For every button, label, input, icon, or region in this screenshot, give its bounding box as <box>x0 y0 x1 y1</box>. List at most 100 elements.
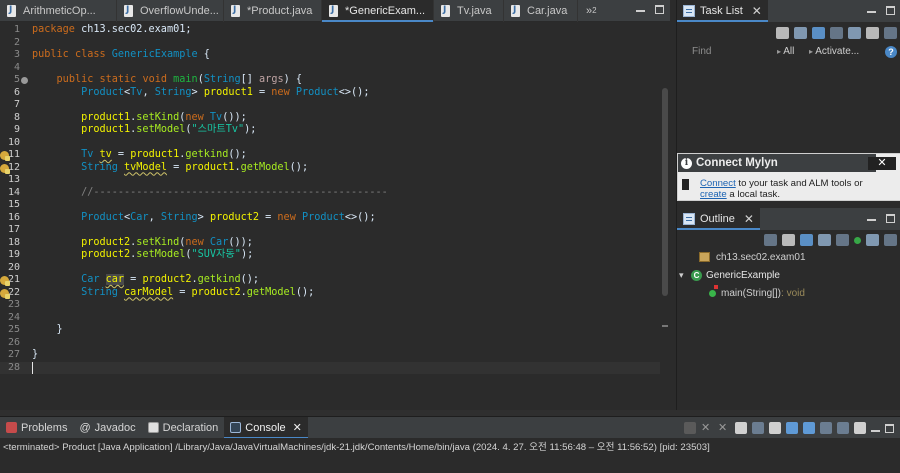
tab-declaration[interactable]: Declaration <box>142 417 225 439</box>
code-line[interactable]: 11 Tv tv = product1.getkind(); <box>0 149 660 162</box>
remove-all-icon[interactable]: ✕ <box>718 422 730 434</box>
close-icon[interactable]: ✕ <box>293 421 302 434</box>
code-line[interactable]: 4 <box>0 62 660 75</box>
code-line[interactable]: 25 } <box>0 324 660 337</box>
sync-icon[interactable] <box>794 27 807 39</box>
hide-nonpublic-icon[interactable] <box>818 234 831 246</box>
categorized-icon[interactable] <box>812 27 825 39</box>
minimize-icon[interactable] <box>636 10 645 12</box>
code-line[interactable]: 20 <box>0 262 660 275</box>
scheduled-icon[interactable] <box>830 27 843 39</box>
tab-problems[interactable]: Problems <box>0 417 73 439</box>
outline-class-row[interactable]: ▾ C GenericExample <box>677 266 900 284</box>
code-line[interactable]: 26 <box>0 337 660 350</box>
tab-tv[interactable]: Tv.java <box>434 0 504 22</box>
warning-icon[interactable] <box>0 288 10 299</box>
tab-task-list[interactable]: Task List ✕ <box>677 0 768 22</box>
hide-static-icon[interactable] <box>782 234 795 246</box>
code-line[interactable]: 22 String carModel = product2.getModel()… <box>0 287 660 300</box>
minimize-icon[interactable] <box>867 11 876 13</box>
hide-fields-icon[interactable] <box>764 234 777 246</box>
code-line[interactable]: 6 Product<Tv, String> product1 = new Pro… <box>0 87 660 100</box>
chevron-down-icon[interactable]: ▾ <box>679 270 691 281</box>
close-icon[interactable]: ✕ <box>752 4 762 18</box>
pin-console-icon[interactable] <box>820 422 832 434</box>
code-line[interactable]: 18 product2.setKind(new Car()); <box>0 237 660 250</box>
code-line[interactable]: 15 <box>0 199 660 212</box>
tab-javadoc[interactable]: @ Javadoc <box>73 417 141 439</box>
collapse-all-icon[interactable] <box>866 27 879 39</box>
maximize-icon[interactable] <box>886 214 895 223</box>
code-line[interactable]: 19 product2.setModel("SUV자동"); <box>0 249 660 262</box>
code-line[interactable]: 17 <box>0 224 660 237</box>
code-line[interactable]: 14 //-----------------------------------… <box>0 187 660 200</box>
link-editor-icon[interactable] <box>866 234 879 246</box>
focus-icon[interactable] <box>848 27 861 39</box>
tab-overflow[interactable]: OverflowUnde... <box>117 0 224 22</box>
code-line[interactable]: 24 <box>0 312 660 325</box>
java-file-icon <box>510 4 522 18</box>
hide-local-types-icon[interactable] <box>836 234 849 246</box>
terminate-icon[interactable] <box>684 422 696 434</box>
tab-generic-example[interactable]: *GenericExam... ✕ <box>322 0 434 22</box>
find-input[interactable]: Find <box>692 46 711 57</box>
display-console-icon[interactable] <box>837 422 849 434</box>
maximize-icon[interactable] <box>886 6 895 15</box>
code-line[interactable]: 27} <box>0 349 660 362</box>
show-on-stderr-icon[interactable] <box>803 422 815 434</box>
line-number: 20 <box>7 261 20 273</box>
code-line[interactable]: 7 <box>0 99 660 112</box>
scroll-lock-icon[interactable] <box>752 422 764 434</box>
code-line[interactable]: 10 <box>0 137 660 150</box>
code-line[interactable]: 5 public static void main(String[] args)… <box>0 74 660 87</box>
code-line[interactable]: 16 Product<Car, String> product2 = new P… <box>0 212 660 225</box>
outline-method-row[interactable]: main(String[]) : void <box>677 284 900 302</box>
view-menu-icon[interactable] <box>884 27 897 39</box>
warning-icon[interactable] <box>0 163 10 174</box>
code-line[interactable]: 21 Car car = product2.getkind(); <box>0 274 660 287</box>
new-task-icon[interactable] <box>776 27 789 39</box>
all-filter[interactable]: All <box>777 46 794 57</box>
mylyn-close-button[interactable]: ✕ <box>868 157 896 170</box>
outline-package-row[interactable]: ch13.sec02.exam01 <box>677 248 900 266</box>
code-line[interactable]: 9 product1.setModel("스마트Tv"); <box>0 124 660 137</box>
public-member-icon[interactable] <box>854 236 861 244</box>
minimize-icon[interactable] <box>871 430 880 432</box>
sort-icon[interactable] <box>800 234 813 246</box>
create-link[interactable]: create <box>700 189 727 200</box>
remove-launch-icon[interactable]: ✕ <box>701 422 713 434</box>
tab-car[interactable]: Car.java <box>504 0 578 22</box>
code-line[interactable]: 2 <box>0 37 660 50</box>
warning-icon[interactable] <box>0 151 10 161</box>
word-wrap-icon[interactable] <box>769 422 781 434</box>
code-line[interactable]: 8 product1.setKind(new Tv()); <box>0 112 660 125</box>
connect-link[interactable]: Connect <box>700 178 736 189</box>
code-line[interactable]: 28 <box>0 361 660 374</box>
tab-console[interactable]: Console ✕ <box>224 416 308 439</box>
show-on-stdout-icon[interactable] <box>786 422 798 434</box>
editor-scrollbar[interactable] <box>662 88 668 296</box>
warning-icon[interactable] <box>0 276 10 286</box>
view-menu-icon[interactable] <box>884 234 897 246</box>
code-editor[interactable]: 1 package ch13.sec02.exam01; 2 3 public clas… <box>0 22 670 410</box>
code-line[interactable]: 12 String tvModel = product1.getModel(); <box>0 162 660 175</box>
tab-overflow-menu[interactable]: » 2 <box>578 0 597 21</box>
code-line[interactable]: 13 <box>0 174 660 187</box>
maximize-icon[interactable] <box>655 5 664 14</box>
code-line[interactable]: 3 public class GenericExample { <box>0 49 660 62</box>
fold-toggle-icon[interactable] <box>21 77 28 84</box>
console-output[interactable]: <terminated> Product [Java Application] … <box>0 438 900 473</box>
maximize-icon[interactable] <box>885 424 894 433</box>
line-number: 23 <box>7 299 20 310</box>
help-icon[interactable]: ? <box>885 46 897 58</box>
activate-filter[interactable]: Activate... <box>809 46 859 57</box>
tab-outline[interactable]: Outline ✕ <box>677 208 760 230</box>
open-console-icon[interactable] <box>854 422 866 434</box>
code-line[interactable]: 1 package ch13.sec02.exam01; <box>0 24 660 37</box>
code-line[interactable]: 23 <box>0 299 660 312</box>
minimize-icon[interactable] <box>867 219 876 221</box>
tab-product[interactable]: *Product.java <box>224 0 322 22</box>
tab-arithmetic[interactable]: ArithmeticOp... <box>0 0 117 22</box>
close-icon[interactable]: ✕ <box>744 212 754 226</box>
clear-console-icon[interactable] <box>735 422 747 434</box>
